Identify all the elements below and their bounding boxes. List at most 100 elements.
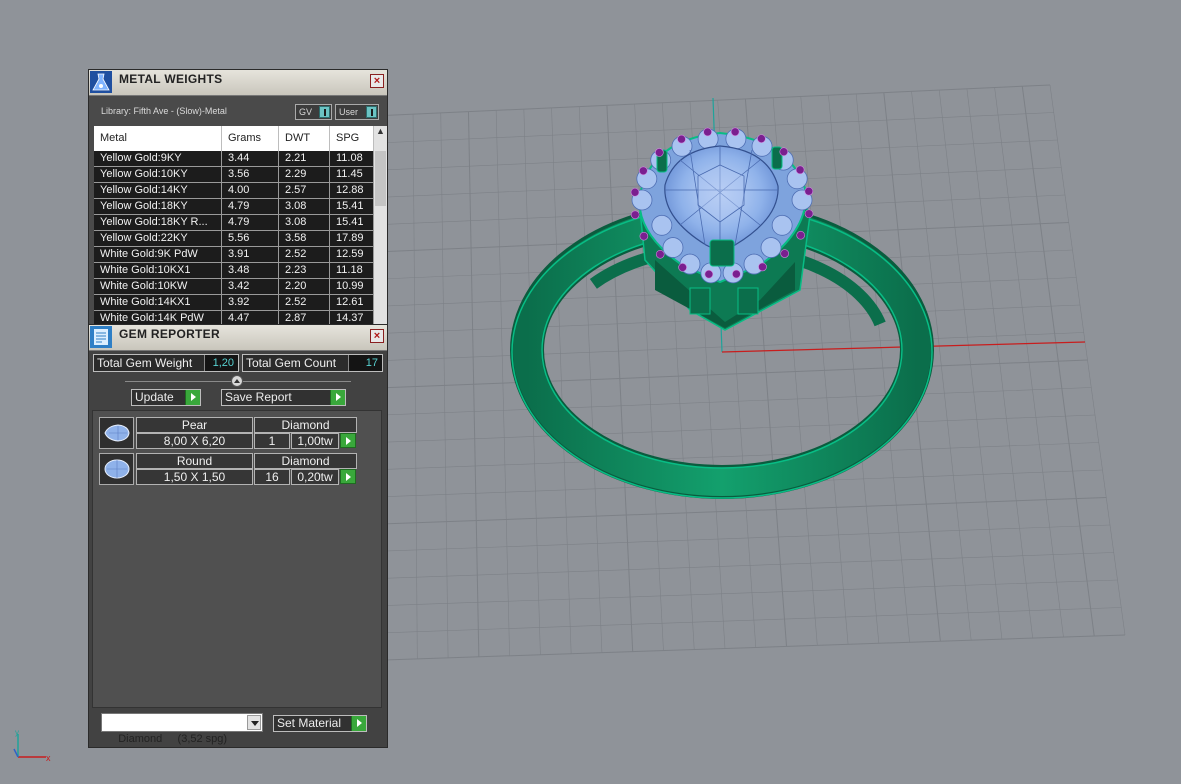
grams-cell: 5.56	[222, 231, 279, 246]
ring-model[interactable]	[510, 127, 934, 499]
dwt-cell: 2.21	[279, 151, 330, 166]
total-gem-count-value: 17	[348, 355, 382, 371]
dwt-cell: 2.87	[279, 311, 330, 324]
table-row[interactable]: White Gold:14K PdW 4.47 2.87 14.37	[94, 311, 374, 324]
metal-weights-title: METAL WEIGHTS	[119, 72, 223, 86]
table-row[interactable]: White Gold:10KX1 3.48 2.23 11.18	[94, 263, 374, 279]
total-gem-weight-field: Total Gem Weight 1,20	[93, 354, 239, 372]
close-icon[interactable]: ×	[370, 329, 384, 343]
grams-cell: 3.48	[222, 263, 279, 278]
dwt-cell: 3.58	[279, 231, 330, 246]
spg-cell: 11.45	[330, 167, 374, 182]
table-row[interactable]: Yellow Gold:14KY 4.00 2.57 12.88	[94, 183, 374, 199]
gem-reporter-titlebar[interactable]: GEM REPORTER ×	[89, 325, 387, 351]
user-toggle-label: User	[339, 107, 359, 117]
dwt-cell: 2.57	[279, 183, 330, 198]
scroll-up-icon[interactable]: ▲	[374, 126, 387, 140]
spg-cell: 15.41	[330, 199, 374, 214]
gem-material: Diamond	[254, 417, 357, 433]
spg-cell: 17.89	[330, 231, 374, 246]
dwt-cell: 2.52	[279, 247, 330, 262]
spg-cell: 11.08	[330, 151, 374, 166]
gem-material: Diamond	[254, 453, 357, 469]
collapse-toggle-icon[interactable]	[231, 375, 243, 387]
update-button[interactable]: Update	[131, 389, 201, 406]
gem-shape: Pear	[136, 417, 253, 433]
axis-y-label: y	[15, 728, 19, 737]
table-row[interactable]: White Gold:9K PdW 3.91 2.52 12.59	[94, 247, 374, 263]
grams-cell: 3.44	[222, 151, 279, 166]
dwt-cell: 2.23	[279, 263, 330, 278]
dwt-cell: 2.29	[279, 167, 330, 182]
metal-name-cell: Yellow Gold:9KY	[94, 151, 222, 166]
gem-row-go-button[interactable]	[340, 469, 356, 484]
column-header-spg[interactable]: SPG	[330, 126, 374, 151]
play-arrow-icon	[185, 390, 200, 405]
metal-name-cell: Yellow Gold:18KY R...	[94, 215, 222, 230]
column-header-grams[interactable]: Grams	[222, 126, 279, 151]
table-header-row: Metal Grams DWT SPG	[94, 126, 374, 151]
scrollbar-thumb[interactable]	[375, 151, 386, 206]
chevron-down-icon[interactable]	[247, 715, 261, 730]
set-material-button[interactable]: Set Material	[273, 715, 367, 732]
grams-cell: 4.47	[222, 311, 279, 324]
table-scrollbar[interactable]: ▲	[374, 126, 387, 324]
flask-icon	[90, 71, 112, 93]
gem-count: 1	[254, 433, 290, 449]
metal-name-cell: Yellow Gold:22KY	[94, 231, 222, 246]
grams-cell: 3.91	[222, 247, 279, 262]
gv-toggle-label: GV	[299, 107, 313, 117]
metal-weights-table: Metal Grams DWT SPG Yellow Gold:9KY 3.44 2…	[94, 126, 374, 324]
gem-row-pear: Pear Diamond 8,00 X 6,20 1 1,00tw	[99, 417, 357, 450]
save-report-button[interactable]: Save Report	[221, 389, 346, 406]
spg-cell: 15.41	[330, 215, 374, 230]
material-dropdown-value: Diamond (3,52 spg)	[118, 733, 228, 745]
metal-name-cell: Yellow Gold:10KY	[94, 167, 222, 182]
spg-cell: 10.99	[330, 279, 374, 294]
metal-name-cell: White Gold:14KX1	[94, 295, 222, 310]
toggle-knob-icon	[366, 106, 377, 118]
metal-weights-titlebar[interactable]: METAL WEIGHTS ×	[89, 70, 387, 96]
table-row[interactable]: White Gold:14KX1 3.92 2.52 12.61	[94, 295, 374, 311]
play-arrow-icon	[351, 716, 366, 731]
total-gem-count-label: Total Gem Count	[246, 356, 337, 370]
spg-cell: 14.37	[330, 311, 374, 324]
dwt-cell: 2.20	[279, 279, 330, 294]
table-row[interactable]: Yellow Gold:18KY 4.79 3.08 15.41	[94, 199, 374, 215]
spg-cell: 12.59	[330, 247, 374, 262]
total-gem-weight-label: Total Gem Weight	[97, 356, 193, 370]
close-icon[interactable]: ×	[370, 74, 384, 88]
metal-name-cell: White Gold:10KX1	[94, 263, 222, 278]
table-row[interactable]: Yellow Gold:9KY 3.44 2.21 11.08	[94, 151, 374, 167]
gv-toggle[interactable]: GV	[295, 104, 332, 120]
dwt-cell: 3.08	[279, 215, 330, 230]
gem-row-go-button[interactable]	[340, 433, 356, 448]
gem-reporter-panel: GEM REPORTER × Total Gem Weight 1,20 Tot…	[88, 324, 388, 748]
set-material-button-label: Set Material	[277, 716, 342, 730]
table-row[interactable]: Yellow Gold:22KY 5.56 3.58 17.89	[94, 231, 374, 247]
gem-size: 1,50 X 1,50	[136, 469, 253, 485]
table-row[interactable]: White Gold:10KW 3.42 2.20 10.99	[94, 279, 374, 295]
metal-name-cell: Yellow Gold:14KY	[94, 183, 222, 198]
grams-cell: 4.79	[222, 199, 279, 214]
metal-name-cell: White Gold:10KW	[94, 279, 222, 294]
metal-name-cell: Yellow Gold:18KY	[94, 199, 222, 214]
save-report-button-label: Save Report	[225, 390, 292, 404]
user-toggle[interactable]: User	[335, 104, 379, 120]
total-gem-weight-value: 1,20	[204, 355, 238, 371]
update-button-label: Update	[135, 390, 174, 404]
material-dropdown[interactable]: Diamond (3,52 spg)	[101, 713, 263, 745]
column-header-dwt[interactable]: DWT	[279, 126, 330, 151]
grams-cell: 3.56	[222, 167, 279, 182]
table-row[interactable]: Yellow Gold:18KY R... 4.79 3.08 15.41	[94, 215, 374, 231]
column-header-metal[interactable]: Metal	[94, 126, 222, 151]
play-arrow-icon	[330, 390, 345, 405]
axis-indicator-icon: x y	[13, 728, 51, 763]
pear-gem-icon	[99, 417, 134, 449]
table-row[interactable]: Yellow Gold:10KY 3.56 2.29 11.45	[94, 167, 374, 183]
total-gem-count-field: Total Gem Count 17	[242, 354, 383, 372]
spg-cell: 12.88	[330, 183, 374, 198]
grams-cell: 3.92	[222, 295, 279, 310]
toggle-knob-icon	[319, 106, 330, 118]
gem-weight: 0,20tw	[291, 469, 339, 485]
